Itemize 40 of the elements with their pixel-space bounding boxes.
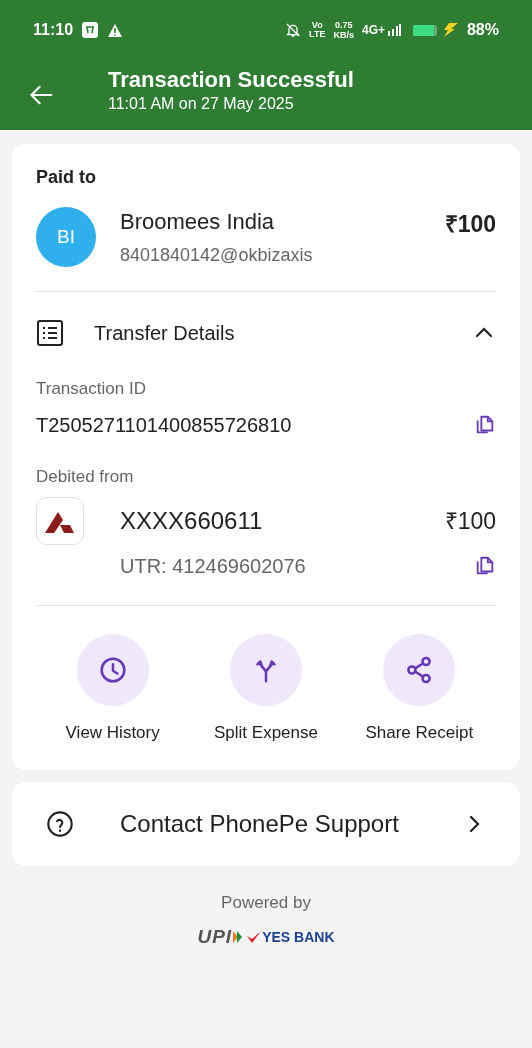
bank-logo	[36, 497, 84, 545]
support-button[interactable]: Contact PhonePe Support	[12, 781, 520, 866]
help-icon	[46, 809, 74, 838]
powered-by-label: Powered by	[221, 891, 311, 914]
battery-percent: 88%	[466, 20, 499, 40]
split-action-button[interactable]: Split Expense	[189, 634, 343, 746]
speed-unit: KB/s	[333, 30, 354, 40]
utr-number: UTR: 412469602076	[120, 554, 306, 579]
debited-from-label: Debited from	[36, 465, 135, 488]
volte-label: Vo	[311, 21, 323, 30]
payee-name: Broomees India	[120, 208, 276, 236]
paid-amount: ₹100	[444, 210, 496, 239]
battery-icon	[412, 24, 437, 36]
debited-amount: ₹100	[444, 506, 496, 536]
tick-icon	[246, 930, 263, 945]
transfer-details-header[interactable]: Transfer Details	[36, 318, 496, 348]
status-time: 11:10	[33, 20, 74, 40]
lte-label: LTE	[309, 30, 326, 39]
paid-to-label: Paid to	[36, 166, 97, 189]
transaction-timestamp: 11:01 AM on 27 May 2025	[108, 94, 295, 114]
transaction-id-label: Transaction ID	[36, 378, 147, 400]
list-icon	[36, 319, 64, 347]
app-notification-icon	[81, 21, 100, 39]
history-action-button[interactable]: View History	[36, 634, 190, 746]
upi-arrow-icon	[232, 930, 245, 945]
speed-value: 0.75	[334, 20, 353, 30]
page-title: Transaction Successful	[108, 66, 354, 94]
yes-bank-logo: YES BANK	[262, 927, 335, 947]
payee-upi-id: 8401840142@okbizaxis	[120, 244, 314, 267]
signal-icon	[386, 23, 401, 37]
share-action-button[interactable]: Share Receipt	[342, 634, 496, 746]
copy-icon[interactable]	[474, 555, 496, 577]
account-number: XXXX660611	[120, 506, 264, 536]
upi-logo: UPI	[197, 925, 233, 949]
transaction-id: T2505271101400855726810	[36, 412, 292, 438]
network-type: 4G+	[361, 22, 385, 39]
warning-icon	[107, 22, 124, 38]
payee-avatar: BI	[36, 207, 96, 267]
copy-icon[interactable]	[474, 413, 496, 436]
muted-bell-icon	[285, 22, 302, 38]
